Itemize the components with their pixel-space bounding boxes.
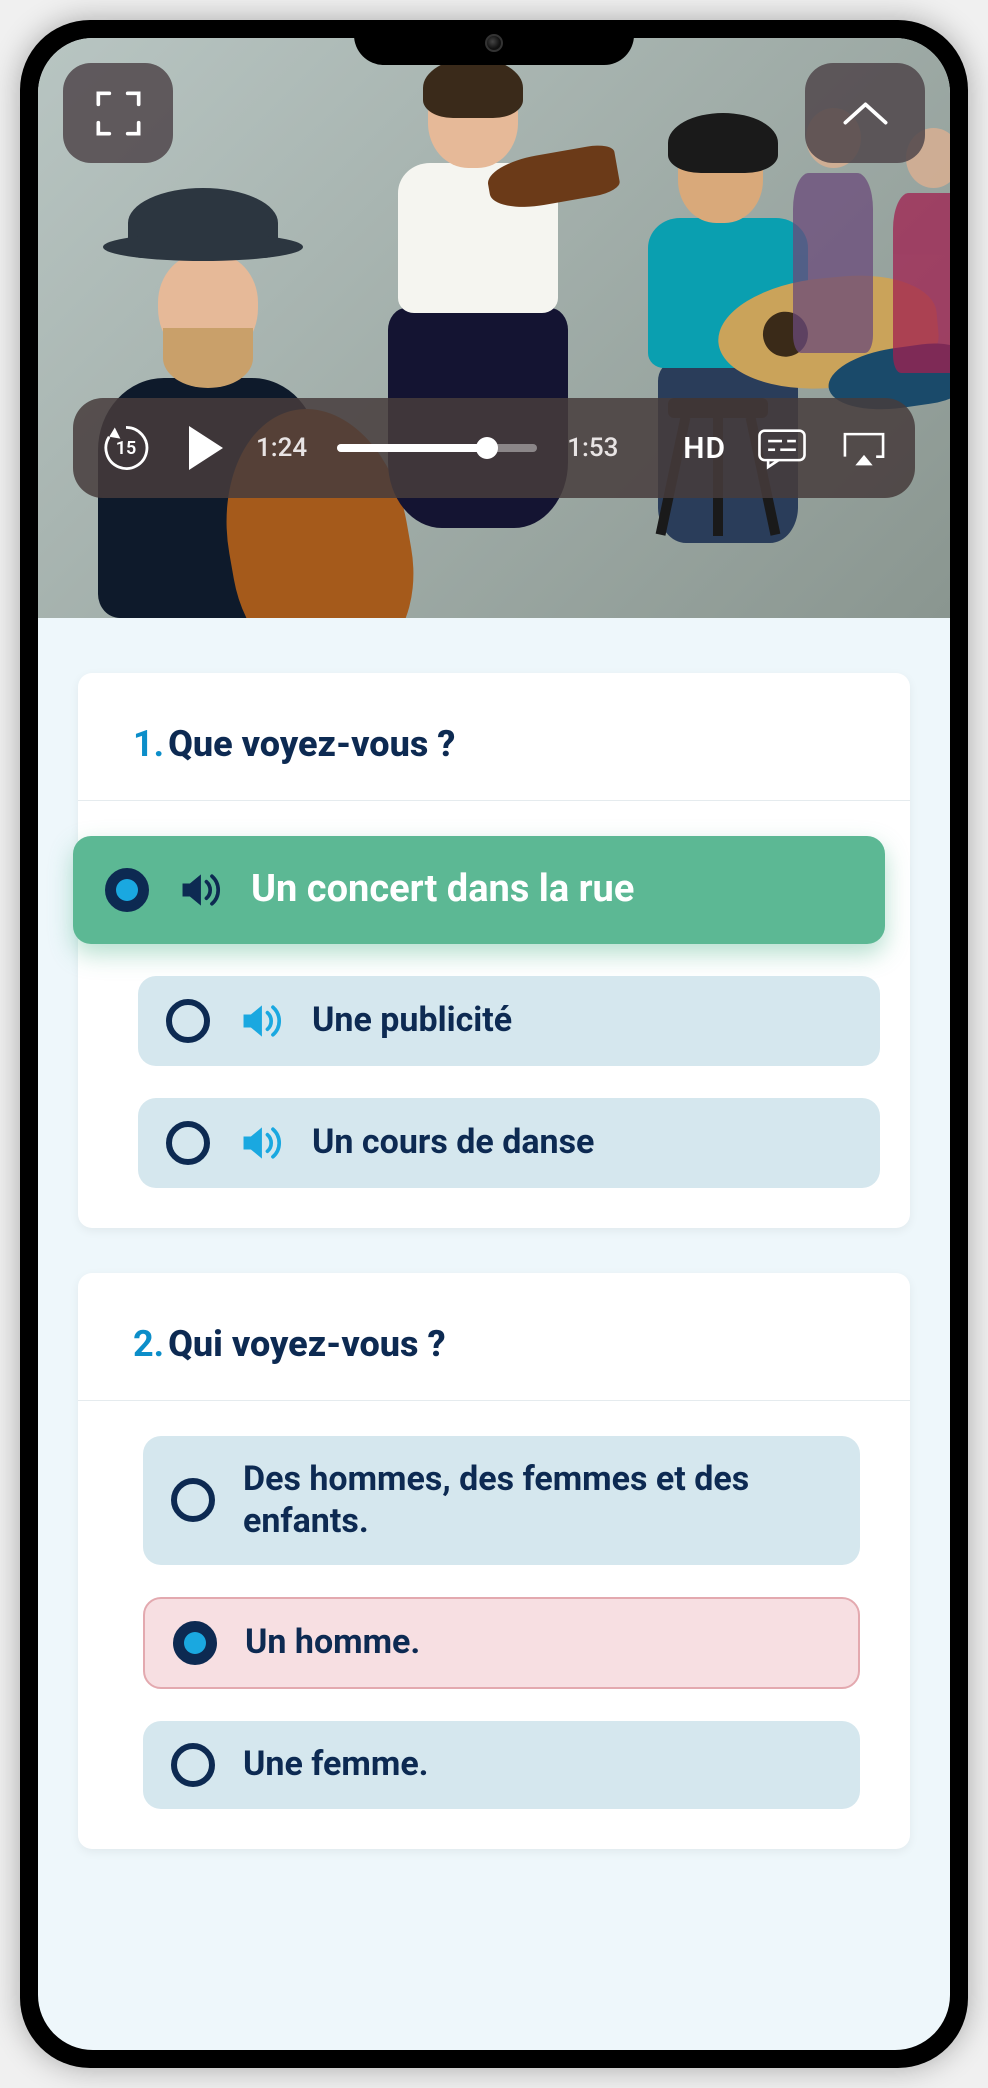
chevron-up-icon bbox=[838, 86, 893, 141]
progress-bar[interactable] bbox=[337, 444, 537, 452]
option-text: Des hommes, des femmes et des enfants. bbox=[243, 1458, 832, 1543]
play-audio-button[interactable] bbox=[238, 1120, 284, 1166]
replay-15-button[interactable]: 15 bbox=[98, 420, 154, 476]
airplay-icon bbox=[838, 426, 890, 470]
video-controls: 15 1:24 1:53 HD bbox=[73, 398, 915, 498]
illustration-bystander bbox=[888, 128, 950, 378]
play-audio-button[interactable] bbox=[238, 998, 284, 1044]
radio-selected[interactable] bbox=[173, 1621, 217, 1665]
option-text: Une publicité bbox=[312, 999, 512, 1042]
time-current: 1:24 bbox=[256, 433, 307, 463]
question-number: 1. bbox=[133, 723, 164, 765]
answer-option[interactable]: Une publicité bbox=[138, 976, 880, 1066]
airplay-button[interactable] bbox=[838, 426, 890, 470]
progress-fill bbox=[337, 444, 487, 452]
question-text: Que voyez-vous ? bbox=[168, 723, 455, 765]
speaker-icon bbox=[238, 1120, 284, 1166]
answer-option[interactable]: Des hommes, des femmes et des enfants. bbox=[143, 1436, 860, 1565]
question-header: 1. Que voyez-vous ? bbox=[78, 673, 910, 801]
progress-thumb[interactable] bbox=[476, 437, 498, 459]
video-player[interactable]: 15 1:24 1:53 HD bbox=[38, 38, 950, 618]
subtitles-button[interactable] bbox=[756, 426, 808, 470]
option-text: Un concert dans la rue bbox=[251, 866, 634, 914]
question-card: 1. Que voyez-vous ? Un concer bbox=[78, 673, 910, 1228]
question-number: 2. bbox=[133, 1323, 164, 1365]
answer-option[interactable]: Un concert dans la rue bbox=[73, 836, 885, 944]
radio-selected[interactable] bbox=[105, 868, 149, 912]
question-card: 2. Qui voyez-vous ? Des hommes, des femm… bbox=[78, 1273, 910, 1849]
hd-quality-button[interactable]: HD bbox=[683, 431, 726, 466]
options-list: Un concert dans la rue Une publicité bbox=[78, 801, 910, 1188]
play-icon bbox=[184, 424, 226, 472]
subtitles-icon bbox=[756, 426, 808, 470]
speaker-icon bbox=[177, 867, 223, 913]
answer-option[interactable]: Une femme. bbox=[143, 1721, 860, 1809]
quiz-content: 1. Que voyez-vous ? Un concer bbox=[38, 618, 950, 1934]
radio-unselected[interactable] bbox=[171, 1743, 215, 1787]
replay-seconds-label: 15 bbox=[116, 438, 137, 459]
radio-unselected[interactable] bbox=[166, 1121, 210, 1165]
question-text: Qui voyez-vous ? bbox=[168, 1323, 446, 1365]
fullscreen-icon bbox=[91, 86, 146, 141]
speaker-icon bbox=[238, 998, 284, 1044]
fullscreen-button[interactable] bbox=[63, 63, 173, 163]
option-text: Un homme. bbox=[245, 1621, 420, 1664]
phone-notch bbox=[354, 20, 634, 65]
radio-unselected[interactable] bbox=[166, 999, 210, 1043]
time-total: 1:53 bbox=[567, 433, 618, 463]
radio-unselected[interactable] bbox=[171, 1478, 215, 1522]
answer-option[interactable]: Un cours de danse bbox=[138, 1098, 880, 1188]
option-text: Une femme. bbox=[243, 1743, 429, 1786]
collapse-button[interactable] bbox=[805, 63, 925, 163]
play-button[interactable] bbox=[184, 424, 226, 472]
option-text: Un cours de danse bbox=[312, 1121, 594, 1164]
phone-frame: 15 1:24 1:53 HD bbox=[20, 20, 968, 2068]
camera-icon bbox=[485, 34, 503, 52]
play-audio-button[interactable] bbox=[177, 867, 223, 913]
question-header: 2. Qui voyez-vous ? bbox=[78, 1273, 910, 1401]
answer-option[interactable]: Un homme. bbox=[143, 1597, 860, 1689]
options-list: Des hommes, des femmes et des enfants. U… bbox=[78, 1401, 910, 1809]
screen: 15 1:24 1:53 HD bbox=[38, 38, 950, 2050]
